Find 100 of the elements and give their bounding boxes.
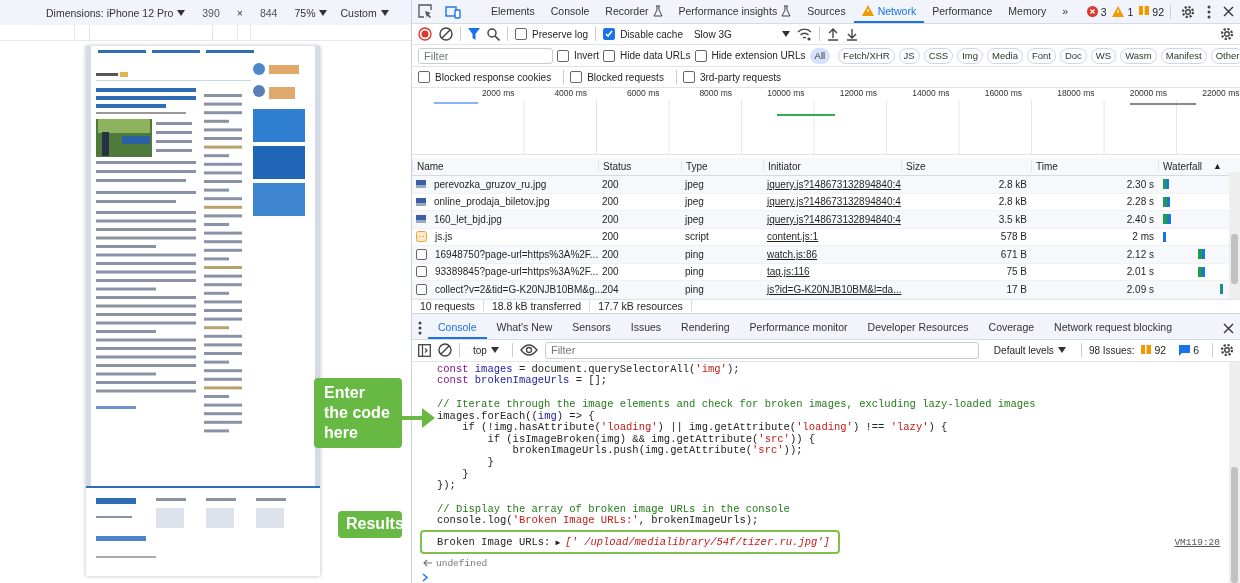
log-levels-dropdown[interactable]: Default levels bbox=[993, 344, 1066, 356]
throttling-dropdown[interactable]: Slow 3G bbox=[693, 28, 790, 40]
request-name[interactable]: online_prodaja_biletov.jpg bbox=[430, 196, 554, 208]
type-filter-button[interactable]: Doc bbox=[1059, 47, 1087, 64]
type-filter-button[interactable]: Img bbox=[957, 47, 984, 64]
type-filter-button[interactable]: Other bbox=[1210, 47, 1240, 64]
column-header[interactable]: Status bbox=[598, 161, 681, 172]
height-field[interactable]: 844 bbox=[259, 6, 278, 19]
drawer-tab[interactable]: Performance monitor bbox=[739, 317, 858, 339]
time-tick: 2000 ms bbox=[480, 88, 516, 100]
code-line: if (isImageBroken(img) && img.getAttribute('src')) { bbox=[486, 433, 817, 445]
warning-count[interactable]: 1 bbox=[1112, 5, 1134, 18]
size-cell-text: 671 B bbox=[999, 248, 1028, 260]
panel-tab[interactable]: Recorder bbox=[597, 0, 671, 23]
issue-count[interactable]: 92 bbox=[1141, 344, 1167, 357]
type-filter-button[interactable]: Wasm bbox=[1120, 47, 1157, 64]
summary-text: 17.7 kB resources bbox=[590, 300, 692, 313]
type-cell-text: ping bbox=[684, 283, 705, 295]
type-filter-button[interactable]: WS bbox=[1090, 47, 1117, 64]
column-header[interactable]: Initiator bbox=[763, 161, 901, 172]
drawer-tab[interactable]: Network request blocking bbox=[1044, 317, 1182, 339]
drawer-tab[interactable]: What's New bbox=[486, 317, 563, 339]
times-sign: × bbox=[236, 6, 243, 19]
sort-indicator: ▲ bbox=[1213, 161, 1222, 172]
status-cell-text: 200 bbox=[601, 266, 620, 278]
request-name[interactable]: 93389845?page-url=https%3A%2F... bbox=[431, 266, 603, 278]
checkbox-label: Disable cache bbox=[620, 28, 683, 40]
error-count[interactable]: 3 bbox=[1086, 5, 1107, 18]
panel-tab[interactable]: Elements bbox=[483, 0, 543, 23]
status-cell-text: 200 bbox=[601, 248, 620, 260]
column-header[interactable]: Name bbox=[412, 161, 598, 172]
column-header[interactable]: Time bbox=[1031, 161, 1158, 172]
type-filter-button[interactable]: Media bbox=[987, 47, 1023, 64]
status-cell-text: 200 bbox=[601, 231, 620, 243]
code-line: const images = document.querySelectorAll('img'); bbox=[437, 363, 741, 375]
time-tick: 6000 ms bbox=[625, 88, 661, 100]
initiator-link[interactable]: jquery.js?148673132894840:4 bbox=[763, 196, 901, 208]
column-header[interactable]: Size bbox=[901, 161, 1031, 172]
drawer-tab[interactable]: Coverage bbox=[978, 317, 1045, 339]
time-cell-text: 2.28 s bbox=[1125, 196, 1155, 208]
code-line: if (!img.hasAttribute('loading') || img.getAttribute('loading') !== 'lazy') { bbox=[461, 422, 949, 434]
return-value: undefined bbox=[436, 557, 488, 569]
checkbox-label: Hide data URLs bbox=[620, 50, 691, 61]
drawer-tab[interactable]: Console bbox=[428, 317, 487, 339]
drawer-tab[interactable]: Developer Resources bbox=[857, 317, 979, 339]
size-cell-text: 17 B bbox=[1005, 283, 1028, 295]
code-line: const brokenImageUrls = []; bbox=[437, 375, 609, 388]
panel-tab[interactable]: Sources bbox=[799, 0, 854, 23]
code-line: } bbox=[461, 468, 470, 481]
type-cell-text: ping bbox=[684, 248, 705, 260]
drawer-tab[interactable]: Issues bbox=[620, 317, 672, 339]
issues-label[interactable]: 98 Issues: bbox=[1088, 344, 1135, 356]
throttle-dropdown[interactable]: Custom bbox=[340, 6, 389, 19]
context-dropdown[interactable]: top bbox=[473, 344, 499, 356]
initiator-link[interactable]: watch.js:86 bbox=[763, 248, 901, 260]
panel-tab[interactable]: Performance bbox=[924, 0, 1001, 23]
type-filter-button[interactable]: All bbox=[809, 47, 831, 64]
drawer-tab[interactable]: Sensors bbox=[562, 317, 621, 339]
panel-tab[interactable]: Network bbox=[853, 0, 925, 23]
initiator-link[interactable]: jquery.js?148673132894840:4 bbox=[763, 178, 901, 190]
request-name[interactable]: js.js bbox=[431, 231, 457, 243]
drawer-tab[interactable]: Rendering bbox=[671, 317, 740, 339]
filter-field[interactable]: Filter bbox=[418, 47, 553, 64]
initiator-link[interactable]: content.js:1 bbox=[763, 231, 901, 243]
initiator-link[interactable]: js?id=G-K20NJB10BM&l=da... bbox=[763, 283, 901, 295]
type-cell-text: jpeg bbox=[683, 213, 705, 225]
type-filter-button[interactable]: Manifest bbox=[1160, 47, 1207, 64]
request-name[interactable]: perevozka_gruzov_ru.jpg bbox=[430, 178, 551, 190]
type-filter-button[interactable]: Font bbox=[1026, 47, 1056, 64]
request-name[interactable]: 160_let_bjd.jpg bbox=[430, 213, 506, 225]
panel-tab[interactable]: Performance insights bbox=[670, 0, 800, 23]
summary-text: 18.8 kB transferred bbox=[483, 300, 591, 313]
panel-tab[interactable]: Console bbox=[542, 0, 598, 23]
zoom-dropdown[interactable]: 75% bbox=[294, 6, 328, 19]
initiator-link[interactable]: jquery.js?148673132894840:4 bbox=[763, 213, 901, 225]
callout-label: Enter the code here bbox=[314, 378, 402, 448]
request-name[interactable]: 16948750?page-url=https%3A%2F... bbox=[431, 248, 603, 260]
checkbox-label: Hide extension URLs bbox=[711, 50, 806, 61]
initiator-link[interactable]: tag.js:116 bbox=[763, 266, 901, 278]
type-filter-button[interactable]: CSS bbox=[923, 47, 954, 64]
time-tick: 12000 ms bbox=[838, 88, 878, 100]
type-filter-button[interactable]: Fetch/XHR bbox=[838, 47, 895, 64]
size-cell-text: 2.8 kB bbox=[997, 178, 1028, 190]
source-link[interactable]: VM119:20 bbox=[1174, 536, 1220, 548]
issue-count[interactable]: 92 bbox=[1139, 5, 1164, 18]
device-dropdown[interactable]: Dimensions: iPhone 12 Pro bbox=[46, 6, 186, 19]
width-field[interactable]: 390 bbox=[202, 6, 220, 19]
info-count[interactable]: 6 bbox=[1179, 344, 1199, 357]
type-cell-text: script bbox=[684, 231, 710, 243]
size-cell-text: 75 B bbox=[1005, 266, 1028, 278]
size-cell-text: 2.8 kB bbox=[997, 196, 1028, 208]
more-tabs-button[interactable]: » bbox=[1054, 0, 1077, 23]
expand-toggle[interactable]: ▶ bbox=[555, 537, 561, 547]
time-tick: 4000 ms bbox=[553, 88, 588, 100]
type-filter-button[interactable]: JS bbox=[898, 47, 920, 64]
summary-text: 10 requests bbox=[412, 300, 484, 313]
type-cell-text: jpeg bbox=[683, 196, 705, 208]
column-header[interactable]: Type bbox=[681, 161, 763, 172]
panel-tab[interactable]: Memory bbox=[1000, 0, 1055, 23]
filter-field[interactable]: Filter bbox=[544, 341, 979, 359]
